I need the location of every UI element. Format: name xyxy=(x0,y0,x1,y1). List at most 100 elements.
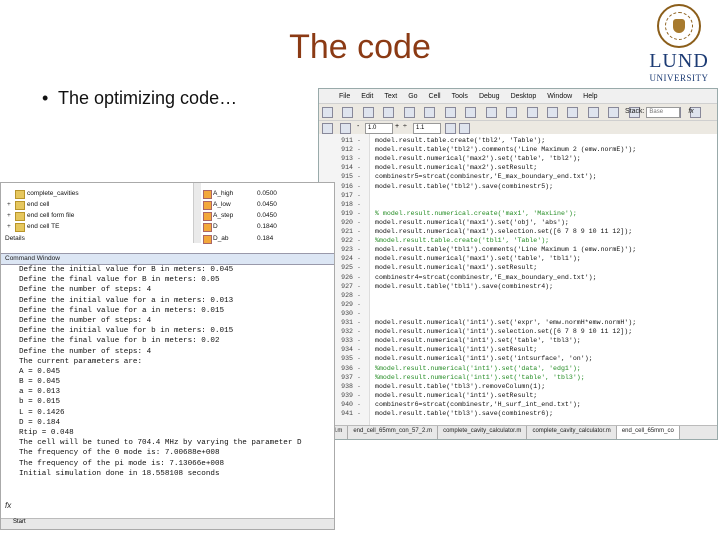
cut-icon[interactable] xyxy=(383,107,395,118)
tab-complete-cavity-1[interactable]: complete_cavity_calculator.m xyxy=(438,426,528,439)
line-marker: - xyxy=(357,400,361,408)
folder-icon xyxy=(15,190,25,199)
file-row[interactable]: complete_cavities A_high 0.0500 xyxy=(1,189,334,199)
code-text: %model.result.numerical('int1').set('dat… xyxy=(375,364,581,372)
fx-prompt-icon[interactable]: fx xyxy=(5,501,11,510)
tab-end-cell-65mm-co[interactable]: end_cell_65mm_co xyxy=(616,426,680,439)
command-output-line: Define the final value for B in meters: … xyxy=(19,276,220,285)
line-marker: - xyxy=(357,246,361,254)
tab-complete-cavity-2[interactable]: complete_cavity_calculator.m xyxy=(527,426,617,439)
line-marker: - xyxy=(357,273,361,281)
command-output-line: Rtip = 0.048 xyxy=(19,429,74,437)
command-output-line: b = 0.015 xyxy=(19,398,61,407)
copy-icon[interactable] xyxy=(403,107,415,118)
line-marker: - xyxy=(357,164,361,172)
variable-value: 0.0450 xyxy=(257,212,277,219)
details-row[interactable]: Details D_ab 0.184 xyxy=(1,234,334,244)
line-number: 912 xyxy=(341,146,353,154)
code-text: model.result.numerical('max1').selection… xyxy=(375,228,633,235)
variable-value: 0.0500 xyxy=(257,190,277,197)
clear-breakpoints-icon[interactable] xyxy=(608,107,620,118)
code-text: model.result.table('tbl1').comments('Lin… xyxy=(375,246,637,254)
workspace-panel: complete_cavities A_high 0.0500 + end ce… xyxy=(1,183,334,253)
menu-help[interactable]: Help xyxy=(583,93,597,100)
menu-window[interactable]: Window xyxy=(547,93,572,100)
tab-end-cell-65mm-con[interactable]: end_cell_65mm_con_57_2.m xyxy=(348,426,439,439)
command-output-line: Initial simulation done in 18.558108 sec… xyxy=(19,469,220,478)
line-marker: - xyxy=(357,282,361,290)
paste-icon[interactable] xyxy=(424,107,436,118)
code-text: % model.result.numerical.create('max1', … xyxy=(375,209,577,217)
expand-toggle[interactable]: + xyxy=(7,200,11,210)
line-number: 913 xyxy=(341,155,353,163)
cell-eval-icon[interactable] xyxy=(445,123,456,134)
code-area[interactable]: 911- model.result.table.create('tbl2', 'T… xyxy=(319,134,717,425)
code-text: model.result.numerical('int1').setResult… xyxy=(375,391,538,399)
zoom-minus-button[interactable]: - xyxy=(357,123,359,130)
menu-debug[interactable]: Debug xyxy=(479,93,500,100)
breakpoint-icon[interactable] xyxy=(587,107,599,118)
new-file-icon[interactable] xyxy=(322,107,333,118)
menu-desktop[interactable]: Desktop xyxy=(511,93,537,100)
line-marker: - xyxy=(357,382,361,390)
workspace-scrollbar[interactable] xyxy=(193,183,201,243)
variable-value: 0.1840 xyxy=(257,223,277,230)
print-icon[interactable] xyxy=(485,107,497,118)
zoom-value-1[interactable]: 1.0 xyxy=(365,123,393,134)
line-marker: - xyxy=(357,182,361,190)
open-file-icon[interactable] xyxy=(342,107,354,118)
zoom-plus-button[interactable]: + xyxy=(395,123,399,130)
save-icon[interactable] xyxy=(362,107,374,118)
command-window-output[interactable]: Define the initial value for B in meters… xyxy=(1,265,334,479)
menu-tools[interactable]: Tools xyxy=(452,93,468,100)
stack-dropdown[interactable]: Base xyxy=(646,107,681,118)
code-text: model.result.numerical('int1').setResult… xyxy=(375,346,538,354)
code-text: %model.result.numerical('int1').set('tab… xyxy=(375,373,585,381)
variable-icon xyxy=(203,235,212,244)
expand-toggle[interactable]: + xyxy=(7,211,11,221)
command-output-line: A = 0.045 xyxy=(19,367,61,376)
file-row[interactable]: + end cell TE D 0.1840 xyxy=(1,222,334,232)
line-number: 915 xyxy=(341,173,353,181)
line-marker: - xyxy=(357,237,361,245)
code-text: model.result.numerical('max2').set('tabl… xyxy=(375,155,581,163)
file-row[interactable]: + end cell form file A_step 0.0450 xyxy=(1,211,334,221)
command-output-line: D = 0.184 xyxy=(19,418,61,427)
undo-icon[interactable] xyxy=(444,107,456,118)
line-marker: - xyxy=(357,264,361,272)
function-icon[interactable] xyxy=(567,107,579,118)
zoom-value-2[interactable]: 1.1 xyxy=(413,123,441,134)
cell-eval-advance-icon[interactable] xyxy=(459,123,470,134)
variable-name: A_high xyxy=(213,190,234,197)
command-output-line: Define the initial value for B in meters… xyxy=(19,266,234,274)
stack-selector[interactable]: Stack: Base fx xyxy=(625,107,694,118)
cell-icon-2[interactable] xyxy=(339,123,351,134)
command-output-line: B = 0.045 xyxy=(19,378,61,387)
line-marker: - xyxy=(357,410,361,417)
redo-icon[interactable] xyxy=(465,107,477,118)
menu-edit[interactable]: Edit xyxy=(361,93,373,100)
code-text: combinestr6=strcat(combinestr,'H_surf_in… xyxy=(375,400,581,408)
menu-text[interactable]: Text xyxy=(384,93,397,100)
command-prompt-area[interactable]: fx Start xyxy=(1,501,334,529)
code-text: model.result.table('tbl3').removeColumn(… xyxy=(375,382,546,390)
fx-toolbar-icon[interactable]: fx xyxy=(688,108,693,115)
cell-icon[interactable] xyxy=(322,123,333,134)
details-label: Details xyxy=(5,235,25,242)
menu-go[interactable]: Go xyxy=(408,93,417,100)
line-marker: - xyxy=(357,218,361,226)
find-icon[interactable] xyxy=(506,107,518,118)
back-icon[interactable] xyxy=(526,107,538,118)
line-marker: - xyxy=(357,191,361,199)
start-button[interactable]: Start xyxy=(1,519,26,525)
editor-tabs: mod.m end_cell_65mm_con_57_2.m complete_… xyxy=(319,425,717,439)
file-row[interactable]: + end cell A_low 0.0450 xyxy=(1,200,334,210)
code-text: model.result.table.create('tbl2', 'Table… xyxy=(375,137,546,144)
zoom-div-button[interactable]: ÷ xyxy=(403,123,407,130)
expand-toggle[interactable]: + xyxy=(7,222,11,232)
code-text: model.result.table('tbl2').save(combines… xyxy=(375,182,554,190)
code-text: model.result.numerical('int1').set('ints… xyxy=(375,355,593,363)
forward-icon[interactable] xyxy=(546,107,558,118)
menu-file[interactable]: File xyxy=(339,93,350,100)
menu-cell[interactable]: Cell xyxy=(429,93,441,100)
